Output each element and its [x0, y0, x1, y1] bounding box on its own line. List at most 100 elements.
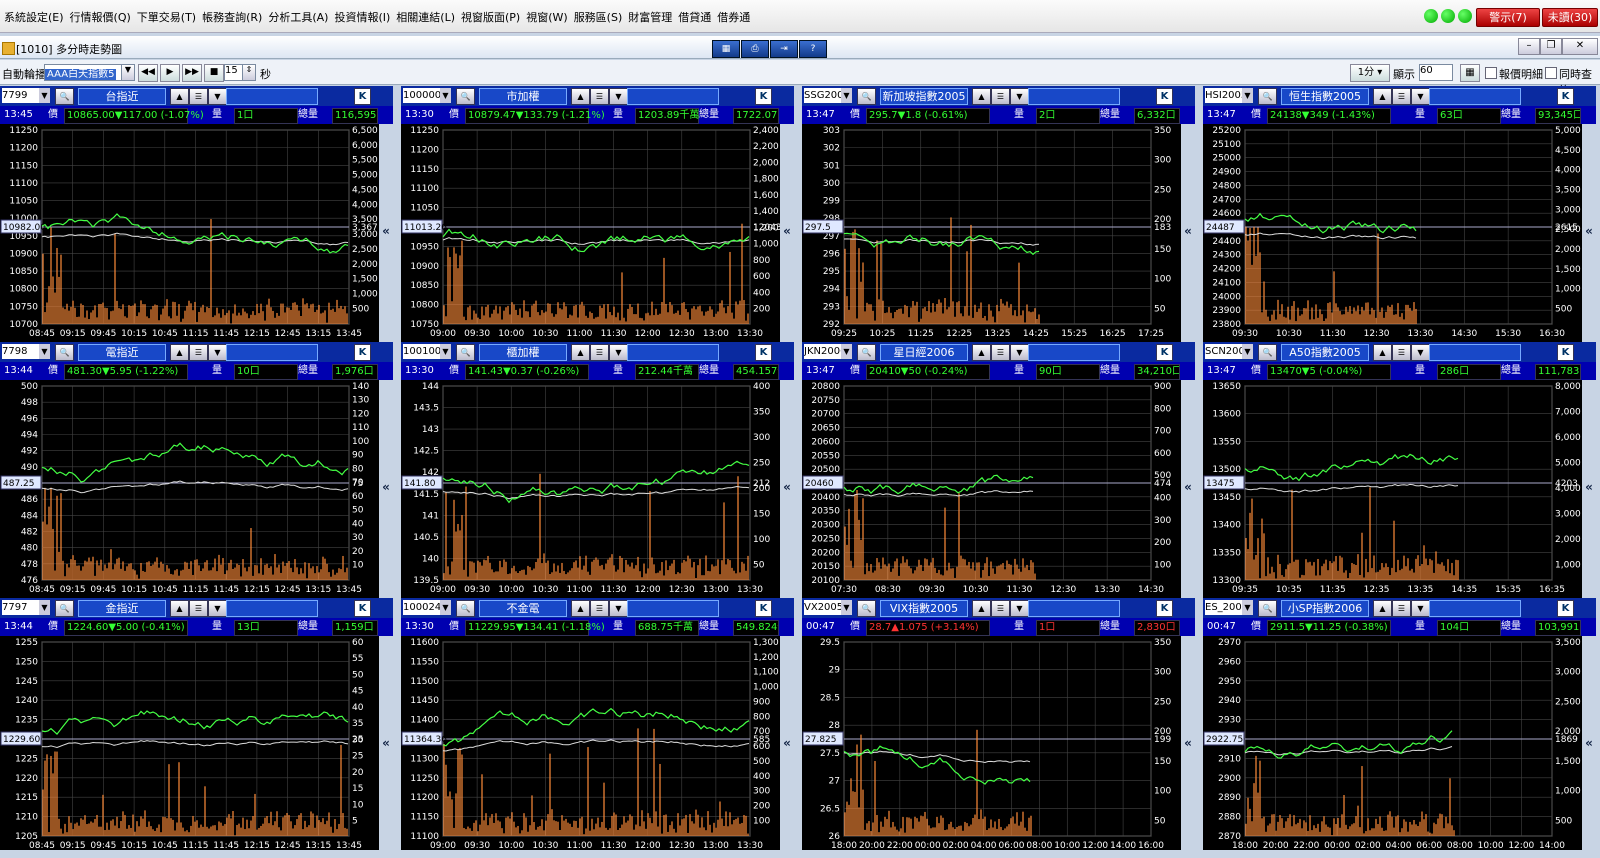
layout-grid-icon[interactable]: ▦ — [712, 40, 740, 58]
list-icon[interactable]: ☰ — [1392, 600, 1411, 617]
menu-item[interactable]: 借貸通 — [678, 9, 711, 25]
quote-detail-checkbox[interactable] — [1485, 67, 1497, 79]
symbol-code-select[interactable]: JKN2006.2 ▼ — [804, 344, 852, 359]
list-icon[interactable]: ☰ — [1392, 344, 1411, 361]
search-icon[interactable]: 🔍 — [857, 344, 876, 361]
search-icon[interactable]: 🔍 — [456, 600, 475, 617]
symbol-name[interactable]: 台指近 — [78, 88, 166, 105]
alert-button[interactable]: 警示(7) — [1476, 8, 1540, 27]
list-icon[interactable]: ☰ — [590, 344, 609, 361]
symbol-code-select[interactable]: 7797 ▼ — [2, 600, 50, 615]
k-line-button[interactable]: K — [1557, 600, 1574, 617]
triangle-down-icon[interactable]: ▼ — [1411, 88, 1430, 105]
search-icon[interactable]: 🔍 — [456, 88, 475, 105]
layout-icon[interactable]: ▦ — [1460, 64, 1480, 82]
period-select[interactable]: 1分 ▾ — [1350, 64, 1390, 82]
symbol-code-select[interactable]: 100100 ▼ — [403, 344, 451, 359]
menu-item[interactable]: 投資情報(I) — [334, 9, 390, 25]
symbol-name[interactable]: 新加坡指數2005 — [880, 88, 968, 105]
list-icon[interactable]: ☰ — [189, 600, 208, 617]
symbol-code-select[interactable]: VX2005.2 ▼ — [804, 600, 852, 615]
symbol-name[interactable]: 櫃加權 — [479, 344, 567, 361]
k-line-button[interactable]: K — [354, 88, 371, 105]
symbol-name[interactable]: 恒生指數2005 — [1281, 88, 1369, 105]
k-line-button[interactable]: K — [1156, 344, 1173, 361]
search-icon[interactable]: 🔍 — [1258, 600, 1277, 617]
menu-item[interactable]: 相關連結(L) — [396, 9, 455, 25]
triangle-up-icon[interactable]: ▲ — [170, 600, 189, 617]
auto-rotate-select[interactable]: AAA白天指數5 ▼ — [44, 64, 135, 81]
triangle-down-icon[interactable]: ▼ — [609, 88, 628, 105]
search-icon[interactable]: 🔍 — [1258, 88, 1277, 105]
triangle-down-icon[interactable]: ▼ — [609, 344, 628, 361]
symbol-name[interactable]: 小SP指數2006 — [1281, 600, 1369, 617]
triangle-down-icon[interactable]: ▼ — [1010, 600, 1029, 617]
triangle-down-icon[interactable]: ▼ — [208, 344, 227, 361]
list-icon[interactable]: ☰ — [590, 88, 609, 105]
search-icon[interactable]: 🔍 — [857, 88, 876, 105]
triangle-down-icon[interactable]: ▼ — [208, 600, 227, 617]
list-icon[interactable]: ☰ — [991, 88, 1010, 105]
symbol-code-select[interactable]: 100024 ▼ — [403, 600, 451, 615]
triangle-down-icon[interactable]: ▼ — [1010, 88, 1029, 105]
interval-stepper[interactable]: 15 ⇕ — [224, 64, 256, 81]
symbol-code-select[interactable]: 7799 ▼ — [2, 88, 50, 103]
triangle-up-icon[interactable]: ▲ — [972, 344, 991, 361]
triangle-up-icon[interactable]: ▲ — [170, 88, 189, 105]
symbol-name[interactable]: 電指近 — [78, 344, 166, 361]
symbol-code-select[interactable]: ES_2006.2 ▼ — [1205, 600, 1253, 615]
minimize-icon[interactable]: – — [1518, 38, 1540, 55]
unread-button[interactable]: 未讀(30) — [1542, 8, 1598, 27]
triangle-up-icon[interactable]: ▲ — [1373, 88, 1392, 105]
collapse-arrow-icon[interactable]: « — [379, 124, 393, 342]
menu-item[interactable]: 財富管理 — [628, 9, 672, 25]
triangle-down-icon[interactable]: ▼ — [1411, 600, 1430, 617]
search-icon[interactable]: 🔍 — [55, 600, 74, 617]
collapse-arrow-icon[interactable]: « — [1181, 380, 1195, 598]
menu-item[interactable]: 視窗(W) — [526, 9, 567, 25]
symbol-code-select[interactable]: HSI2005.2 ▼ — [1205, 88, 1253, 103]
menu-item[interactable]: 下單交易(T) — [137, 9, 196, 25]
export-icon[interactable]: ⇥ — [770, 40, 798, 58]
menu-item[interactable]: 借券通 — [717, 9, 750, 25]
menu-item[interactable]: 服務區(S) — [574, 9, 623, 25]
triangle-down-icon[interactable]: ▼ — [1010, 344, 1029, 361]
triangle-up-icon[interactable]: ▲ — [571, 600, 590, 617]
symbol-code-select[interactable]: 7798 ▼ — [2, 344, 50, 359]
list-icon[interactable]: ☰ — [991, 600, 1010, 617]
collapse-arrow-icon[interactable]: « — [1181, 636, 1195, 854]
collapse-arrow-icon[interactable]: « — [780, 380, 794, 598]
search-icon[interactable]: 🔍 — [456, 344, 475, 361]
list-icon[interactable]: ☰ — [189, 344, 208, 361]
menu-item[interactable]: 行情報價(Q) — [70, 9, 131, 25]
menu-item[interactable]: 視窗版面(P) — [461, 9, 520, 25]
triangle-up-icon[interactable]: ▲ — [571, 88, 590, 105]
triangle-up-icon[interactable]: ▲ — [972, 600, 991, 617]
collapse-arrow-icon[interactable]: « — [379, 380, 393, 598]
k-line-button[interactable]: K — [354, 344, 371, 361]
rewind-icon[interactable]: ◀◀ — [138, 64, 158, 82]
collapse-arrow-icon[interactable]: « — [379, 636, 393, 854]
list-icon[interactable]: ☰ — [189, 88, 208, 105]
symbol-name[interactable]: 市加權 — [479, 88, 567, 105]
menu-item[interactable]: 系統設定(E) — [4, 9, 64, 25]
k-line-button[interactable]: K — [1557, 88, 1574, 105]
k-line-button[interactable]: K — [755, 344, 772, 361]
collapse-arrow-icon[interactable]: « — [780, 636, 794, 854]
symbol-name[interactable]: 不金電 — [479, 600, 567, 617]
triangle-down-icon[interactable]: ▼ — [609, 600, 628, 617]
list-icon[interactable]: ☰ — [590, 600, 609, 617]
symbol-code-select[interactable]: 100000 ▼ — [403, 88, 451, 103]
search-icon[interactable]: 🔍 — [55, 88, 74, 105]
collapse-arrow-icon[interactable]: « — [1582, 636, 1596, 854]
close-icon[interactable]: ✕ — [1562, 38, 1598, 55]
restore-icon[interactable]: ❐ — [1540, 38, 1562, 55]
k-line-button[interactable]: K — [755, 600, 772, 617]
symbol-code-select[interactable]: SCN2005.2▼ — [1205, 344, 1253, 359]
symbol-code-select[interactable]: SSG2005.2▼ — [804, 88, 852, 103]
triangle-up-icon[interactable]: ▲ — [972, 88, 991, 105]
k-line-button[interactable]: K — [1156, 600, 1173, 617]
list-icon[interactable]: ☰ — [991, 344, 1010, 361]
help-icon[interactable]: ? — [799, 40, 827, 58]
menu-item[interactable]: 分析工具(A) — [268, 9, 328, 25]
